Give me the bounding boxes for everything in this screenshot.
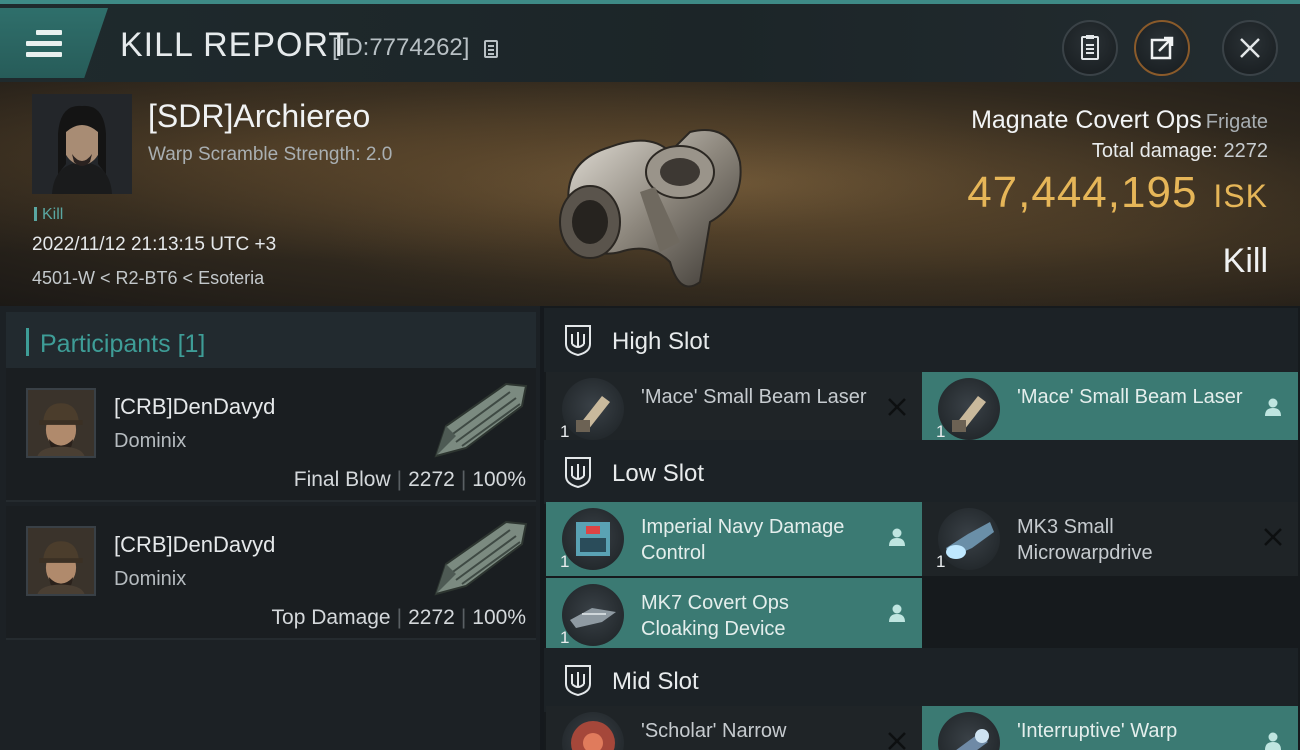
share-button[interactable] xyxy=(1134,20,1190,76)
ship-name[interactable]: Magnate Covert Ops Frigate xyxy=(971,106,1268,135)
close-button[interactable] xyxy=(1222,20,1278,76)
module-name: MK3 Small Microwarpdrive xyxy=(1017,516,1153,564)
kill-tag: Kill xyxy=(34,206,63,224)
beam-laser-icon xyxy=(938,378,1000,440)
hamburger-icon xyxy=(26,30,62,57)
dropped-person-icon xyxy=(889,528,905,546)
participant-name[interactable]: [CRB]DenDavyd xyxy=(114,394,275,420)
participant-row[interactable]: [CRB]DenDavyd Dominix Final Blow | 2272 | 10… xyxy=(6,368,536,502)
participant-ship-image[interactable] xyxy=(426,514,534,602)
mid-slot-label: Mid Slot xyxy=(612,668,699,695)
participant-percent: 100% xyxy=(472,468,526,491)
total-damage-value: 2272 xyxy=(1223,140,1269,162)
module-name: 'Scholar' Narrow xyxy=(641,720,787,742)
module-item[interactable]: 1 'Mace' Small Beam Laser xyxy=(546,372,922,446)
participant-percent: 100% xyxy=(472,606,526,629)
participant-ship-image[interactable] xyxy=(426,376,534,464)
participants-label: Participants [1] xyxy=(40,330,206,358)
module-item[interactable]: 1 'Mace' Small Beam Laser xyxy=(922,372,1298,446)
shield-icon xyxy=(565,325,591,356)
module-qty: 1 xyxy=(560,552,570,571)
participant-stats: Top Damage | 2272 | 100% xyxy=(271,606,526,629)
module-name: 'Interruptive' Warp xyxy=(1017,720,1178,742)
fitting-panel: High Slot 1 'Mace' Small Beam Laser 1 'M… xyxy=(544,306,1300,750)
shield-icon xyxy=(565,457,591,488)
warp-disruptor-icon xyxy=(938,712,1000,750)
beam-laser-icon xyxy=(562,378,624,440)
clipboard-icon xyxy=(1081,35,1099,60)
participants-header: Participants [1] xyxy=(6,312,536,370)
dropped-person-icon xyxy=(1265,732,1281,750)
low-slot-label: Low Slot xyxy=(612,460,705,487)
result-label: Kill xyxy=(1222,242,1268,280)
warp-scramble-strength: Warp Scramble Strength: 2.0 xyxy=(148,144,393,165)
victim-ship-image[interactable] xyxy=(530,92,760,302)
module-item[interactable]: 1 'Interruptive' Warp xyxy=(922,706,1298,750)
page-title: KILL REPORT xyxy=(120,26,351,64)
ship-name-text: Magnate Covert Ops xyxy=(971,106,1202,134)
isk-value: 47,444,195 ISK xyxy=(967,168,1268,218)
ship-class: Frigate xyxy=(1205,111,1268,133)
close-icon xyxy=(1240,38,1260,58)
high-slot-label: High Slot xyxy=(612,328,710,355)
module-item[interactable]: 1 MK7 Covert Ops Cloaking Device xyxy=(546,578,922,652)
shield-icon xyxy=(565,665,591,696)
participant-damage: 2272 xyxy=(408,606,455,629)
isk-amount: 47,444,195 xyxy=(967,168,1198,217)
microwarpdrive-icon xyxy=(938,508,1000,570)
participant-stats: Final Blow | 2272 | 100% xyxy=(293,468,526,491)
module-item[interactable]: 1 MK3 Small Microwarpdrive xyxy=(922,502,1298,576)
module-name: 'Mace' Small Beam Laser xyxy=(641,386,867,408)
damage-control-icon xyxy=(562,508,624,570)
total-damage-label: Total damage: xyxy=(1091,140,1218,162)
module-qty: 1 xyxy=(936,422,946,441)
share-icon xyxy=(1150,36,1174,60)
kill-summary: [SDR]Archiereo Warp Scramble Strength: 2… xyxy=(0,82,1300,306)
kill-location[interactable]: 4501-W < R2-BT6 < Esoteria xyxy=(32,268,264,289)
participant-ship: Dominix xyxy=(114,568,187,590)
module-item[interactable]: 1 Imperial Navy Damage Control xyxy=(546,502,922,576)
total-damage: Total damage: 2272 xyxy=(1092,140,1268,163)
module-name: MK7 Covert Ops Cloaking Device xyxy=(641,592,789,640)
participant-ship: Dominix xyxy=(114,430,187,452)
module-name: 'Mace' Small Beam Laser xyxy=(1017,386,1243,408)
menu-button[interactable] xyxy=(0,8,108,78)
participant-damage: 2272 xyxy=(408,468,455,491)
participant-row[interactable]: [CRB]DenDavyd Dominix Top Damage | 2272 | 10… xyxy=(6,506,536,640)
module-name: Imperial Navy Damage Control xyxy=(641,516,845,564)
victim-portrait[interactable] xyxy=(32,94,132,194)
copy-id-icon[interactable] xyxy=(484,40,498,58)
destroyed-icon xyxy=(1264,528,1282,546)
cloaking-device-icon xyxy=(562,584,624,646)
participant-name[interactable]: [CRB]DenDavyd xyxy=(114,532,275,558)
dropped-person-icon xyxy=(1265,398,1281,416)
module-qty: 1 xyxy=(560,628,570,647)
destroyed-icon xyxy=(888,398,906,416)
participant-role: Top Damage xyxy=(271,606,391,629)
participant-role: Final Blow xyxy=(293,468,391,491)
module-qty: 1 xyxy=(560,422,570,441)
clipboard-button[interactable] xyxy=(1062,20,1118,76)
scanner-icon xyxy=(562,712,624,750)
title-bar: KILL REPORT [ID:7774262] xyxy=(0,0,1300,82)
module-item[interactable]: 1 'Scholar' Narrow xyxy=(546,706,922,750)
participant-avatar xyxy=(26,526,96,596)
participant-avatar xyxy=(26,388,96,458)
isk-unit: ISK xyxy=(1213,178,1268,214)
mid-slot-header: Mid Slot xyxy=(544,648,1298,712)
kill-datetime: 2022/11/12 21:13:15 UTC +3 xyxy=(32,234,277,255)
participants-panel: Participants [1] [CRB]DenDavyd Dominix F… xyxy=(0,306,540,750)
report-id: [ID:7774262] xyxy=(332,34,470,61)
high-slot-header: High Slot xyxy=(544,308,1298,372)
module-qty: 1 xyxy=(936,552,946,571)
destroyed-icon xyxy=(888,732,906,750)
victim-name[interactable]: [SDR]Archiereo xyxy=(148,98,370,135)
dropped-person-icon xyxy=(889,604,905,622)
low-slot-header: Low Slot xyxy=(544,440,1298,504)
